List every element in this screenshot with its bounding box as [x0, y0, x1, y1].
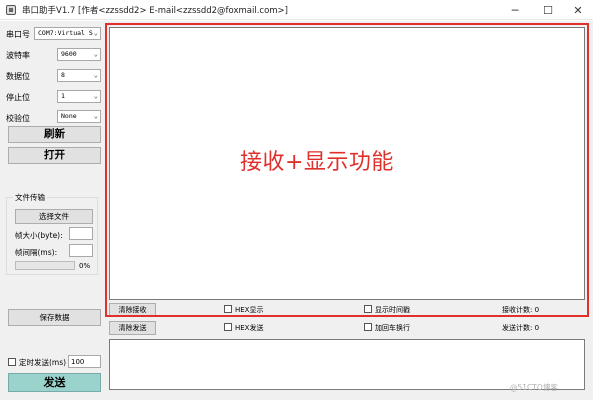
close-icon[interactable]: ✕	[562, 0, 593, 20]
parity-select-value: None	[61, 112, 77, 120]
hex-display-label: HEX显示	[235, 306, 264, 314]
port-select[interactable]: COM7:Virtual S ⌄	[34, 27, 101, 40]
hex-display-checkbox[interactable]	[224, 305, 232, 313]
baud-label: 波特率	[6, 51, 30, 60]
file-transfer-title: 文件传输	[13, 192, 47, 203]
databits-label: 数据位	[6, 72, 30, 81]
chevron-down-icon: ⌄	[93, 71, 98, 79]
progress-percent: 0%	[79, 262, 91, 270]
clear-receive-button[interactable]: 清除接收	[109, 303, 156, 317]
port-select-value: COM7:Virtual S	[38, 29, 93, 37]
hex-send-label: HEX发送	[235, 324, 264, 332]
annotation-caption: 接收+显示功能	[240, 150, 394, 175]
serial-port-app-icon	[6, 5, 16, 15]
add-newline-label: 加回车换行	[375, 324, 410, 332]
refresh-button[interactable]: 刷新	[8, 126, 101, 143]
port-label: 串口号	[6, 30, 30, 39]
chevron-down-icon: ⌄	[93, 112, 98, 120]
parity-select[interactable]: None ⌄	[57, 110, 101, 123]
main-panel: 串口号 COM7:Virtual S ⌄ 波特率 9600 ⌄ 数据位 8 ⌄ …	[0, 21, 593, 400]
baud-select[interactable]: 9600 ⌄	[57, 48, 101, 61]
watermark: @51CTO博客	[510, 383, 558, 392]
frame-interval-label: 帧间隔(ms):	[15, 248, 58, 257]
frame-interval-input[interactable]	[69, 244, 93, 257]
chevron-down-icon: ⌄	[93, 50, 98, 58]
chevron-down-icon: ⌄	[93, 29, 98, 37]
send-count: 发送计数: 0	[502, 324, 540, 332]
send-button[interactable]: 发送	[8, 373, 101, 392]
maximize-icon[interactable]: ☐	[532, 0, 564, 20]
chevron-down-icon: ⌄	[93, 92, 98, 100]
clear-send-button[interactable]: 清除发送	[109, 321, 156, 335]
hex-send-checkbox[interactable]	[224, 323, 232, 331]
frame-size-label: 帧大小(byte):	[15, 231, 63, 240]
frame-size-input[interactable]	[69, 227, 93, 240]
file-progress-bar	[15, 261, 75, 270]
databits-select[interactable]: 8 ⌄	[57, 69, 101, 82]
show-timestamp-checkbox[interactable]	[364, 305, 372, 313]
parity-label: 校验位	[6, 114, 30, 123]
title-bar: 串口助手V1.7 [作者<zzssdd2> E-mail<zzssdd2@fox…	[0, 0, 593, 20]
timed-send-label: 定时发送(ms)	[19, 358, 67, 367]
stopbits-label: 停止位	[6, 93, 30, 102]
baud-select-value: 9600	[61, 50, 77, 58]
receive-count: 接收计数: 0	[502, 306, 540, 314]
stopbits-select-value: 1	[61, 92, 65, 100]
databits-select-value: 8	[61, 71, 65, 79]
show-timestamp-label: 显示时间戳	[375, 306, 410, 314]
choose-file-button[interactable]: 选择文件	[15, 209, 93, 224]
add-newline-checkbox[interactable]	[364, 323, 372, 331]
timed-send-interval-input[interactable]: 100	[68, 355, 101, 368]
minimize-icon[interactable]: ─	[499, 0, 531, 20]
stopbits-select[interactable]: 1 ⌄	[57, 90, 101, 103]
timed-send-checkbox[interactable]	[8, 358, 16, 366]
open-button[interactable]: 打开	[8, 147, 101, 164]
window-title: 串口助手V1.7 [作者<zzssdd2> E-mail<zzssdd2@fox…	[22, 6, 288, 16]
save-data-button[interactable]: 保存数据	[8, 309, 101, 326]
